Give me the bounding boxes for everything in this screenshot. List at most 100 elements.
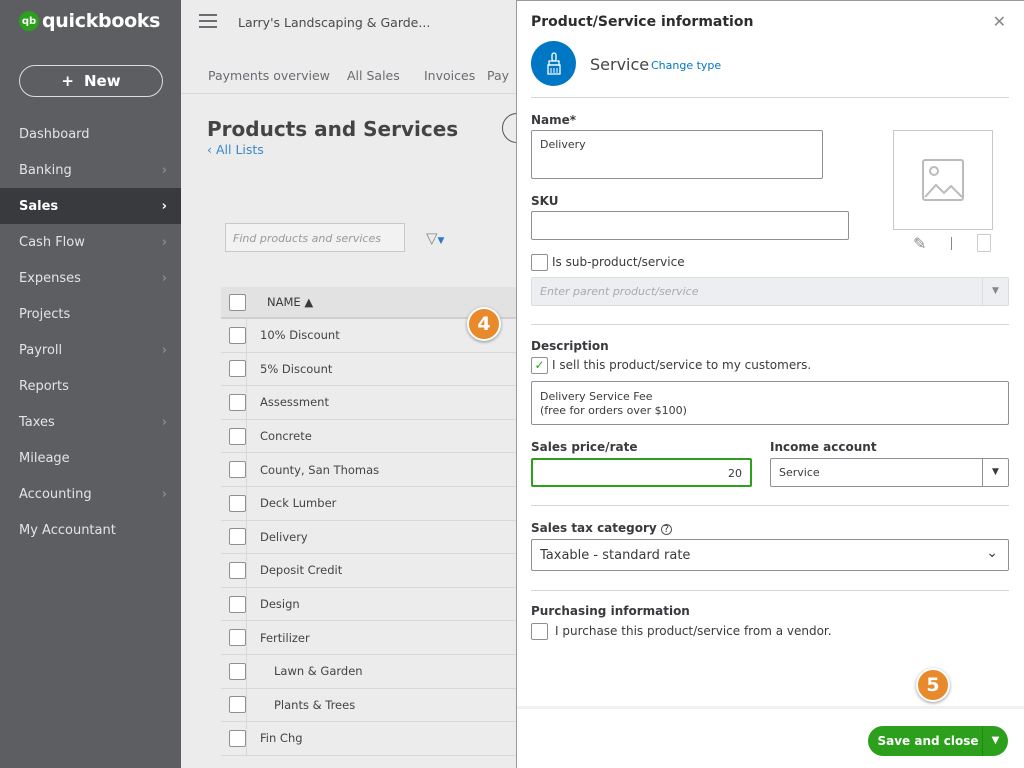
product-name[interactable]: Plants & Trees xyxy=(260,698,355,712)
quickbooks-logo[interactable]: qb quickbooks xyxy=(19,10,161,32)
image-upload-box[interactable] xyxy=(893,130,993,230)
sidebar-item-payroll[interactable]: Payroll › xyxy=(0,332,181,368)
sales-tax-value: Taxable - standard rate xyxy=(540,548,691,563)
row-checkbox[interactable] xyxy=(229,360,246,378)
price-input[interactable]: 20 xyxy=(531,458,752,487)
sub-product-label: Is sub-product/service xyxy=(552,255,685,269)
description-textarea[interactable]: Delivery Service Fee (free for orders ove… xyxy=(531,381,1009,425)
product-name[interactable]: Assessment xyxy=(260,395,329,409)
sidebar-item-banking[interactable]: Banking › xyxy=(0,152,181,188)
product-name[interactable]: Deposit Credit xyxy=(260,563,342,577)
panel-title: Product/Service information xyxy=(531,14,754,30)
row-checkbox[interactable] xyxy=(229,629,246,647)
chevron-right-icon: › xyxy=(161,234,167,250)
row-checkbox[interactable] xyxy=(229,461,246,479)
save-options-dropdown[interactable]: ▼ xyxy=(982,726,1008,756)
table-row[interactable]: Lawn & Garden xyxy=(221,654,516,689)
row-checkbox[interactable] xyxy=(229,528,246,546)
product-name[interactable]: Deck Lumber xyxy=(260,496,336,510)
product-name[interactable]: Concrete xyxy=(260,429,312,443)
product-name[interactable]: Design xyxy=(260,597,300,611)
edit-image-pencil-icon[interactable]: ✎ xyxy=(913,234,926,253)
sidebar-item-expenses[interactable]: Expenses › xyxy=(0,260,181,296)
help-icon[interactable]: ? xyxy=(660,524,672,535)
product-name[interactable]: County, San Thomas xyxy=(260,463,379,477)
row-checkbox[interactable] xyxy=(229,427,246,445)
sidebar-item-label: My Accountant xyxy=(19,522,116,538)
chevron-right-icon: › xyxy=(161,342,167,358)
product-name[interactable]: 5% Discount xyxy=(260,362,332,376)
income-account-select[interactable]: Service ▼ xyxy=(770,458,1009,487)
table-row[interactable]: Design xyxy=(221,587,516,622)
sidebar-item-taxes[interactable]: Taxes › xyxy=(0,404,181,440)
tab-payments[interactable]: Pay xyxy=(487,68,509,83)
select-all-checkbox[interactable] xyxy=(229,293,246,311)
row-checkbox[interactable] xyxy=(229,696,246,714)
sidebar-item-projects[interactable]: Projects xyxy=(0,296,181,332)
name-column-header[interactable]: NAME ▲ xyxy=(267,295,313,309)
delete-image-trash-icon[interactable] xyxy=(977,234,991,252)
table-row[interactable]: County, San Thomas xyxy=(221,453,516,487)
sidebar-item-sales[interactable]: Sales › xyxy=(0,188,181,224)
row-checkbox[interactable] xyxy=(229,595,246,613)
price-label: Sales price/rate xyxy=(531,440,638,454)
product-name[interactable]: Lawn & Garden xyxy=(260,664,363,678)
sell-checkbox[interactable]: ✓ xyxy=(531,357,548,374)
close-icon[interactable]: ✕ xyxy=(993,12,1006,31)
all-lists-label: All Lists xyxy=(215,142,264,157)
product-name[interactable]: 10% Discount xyxy=(260,328,340,342)
sub-product-checkbox[interactable] xyxy=(531,254,548,271)
new-button[interactable]: + New xyxy=(19,65,163,97)
row-checkbox[interactable] xyxy=(229,494,246,512)
sku-input[interactable] xyxy=(531,211,849,240)
row-checkbox[interactable] xyxy=(229,326,246,344)
sidebar-item-mileage[interactable]: Mileage xyxy=(0,440,181,476)
table-row[interactable]: Fertilizer xyxy=(221,621,516,655)
sales-tax-select[interactable]: Taxable - standard rate ⌄ xyxy=(531,539,1009,571)
sidebar-item-dashboard[interactable]: Dashboard xyxy=(0,116,181,152)
search-input[interactable]: Find products and services xyxy=(225,223,405,252)
row-checkbox[interactable] xyxy=(229,662,246,680)
name-input[interactable]: Delivery xyxy=(531,130,823,179)
all-lists-link[interactable]: ‹ All Lists xyxy=(207,142,264,157)
divider xyxy=(531,324,1009,325)
qb-logo-icon: qb xyxy=(19,11,39,31)
chevron-right-icon: › xyxy=(161,486,167,502)
description-line: Delivery Service Fee xyxy=(540,390,653,403)
tab-all-sales[interactable]: All Sales xyxy=(347,68,400,83)
page-title: Products and Services xyxy=(207,117,459,141)
sidebar-item-cash-flow[interactable]: Cash Flow › xyxy=(0,224,181,260)
item-type: Service xyxy=(590,55,650,74)
sidebar-item-reports[interactable]: Reports xyxy=(0,368,181,404)
table-row[interactable]: Assessment xyxy=(221,386,516,420)
product-name[interactable]: Fin Chg xyxy=(260,731,303,745)
sidebar-item-label: Payroll xyxy=(19,342,63,358)
tab-payments-overview[interactable]: Payments overview xyxy=(208,68,330,83)
sidebar-item-my-accountant[interactable]: My Accountant xyxy=(0,512,181,548)
parent-product-select[interactable]: Enter parent product/service ▼ xyxy=(531,277,1009,306)
table-row[interactable]: Fin Chg xyxy=(221,722,516,756)
dropdown-arrow-icon[interactable]: ▼ xyxy=(982,278,1008,305)
change-type-link[interactable]: Change type xyxy=(651,59,721,72)
row-checkbox[interactable] xyxy=(229,561,246,579)
tab-invoices[interactable]: Invoices xyxy=(424,68,475,83)
paintbrush-icon xyxy=(531,41,576,86)
table-row[interactable]: Concrete xyxy=(221,419,516,454)
table-row[interactable]: Deck Lumber xyxy=(221,486,516,521)
dropdown-arrow-icon[interactable]: ▼ xyxy=(982,459,1008,486)
purchase-checkbox[interactable] xyxy=(531,623,548,640)
chevron-right-icon: › xyxy=(161,414,167,430)
table-row[interactable]: Delivery xyxy=(221,520,516,555)
hamburger-menu-icon[interactable] xyxy=(199,14,217,32)
product-name[interactable]: Fertilizer xyxy=(260,631,310,645)
product-name[interactable]: Delivery xyxy=(260,530,308,544)
table-row[interactable]: 5% Discount xyxy=(221,352,516,387)
table-row[interactable]: Deposit Credit xyxy=(221,554,516,588)
logo-text: quickbooks xyxy=(42,10,161,32)
row-checkbox[interactable] xyxy=(229,393,246,411)
table-row[interactable]: Plants & Trees xyxy=(221,688,516,723)
sidebar-item-accounting[interactable]: Accounting › xyxy=(0,476,181,512)
row-checkbox[interactable] xyxy=(229,729,246,747)
filter-icon[interactable]: ▽▼ xyxy=(426,229,444,247)
save-and-close-button[interactable]: Save and close ▼ xyxy=(868,726,1008,756)
